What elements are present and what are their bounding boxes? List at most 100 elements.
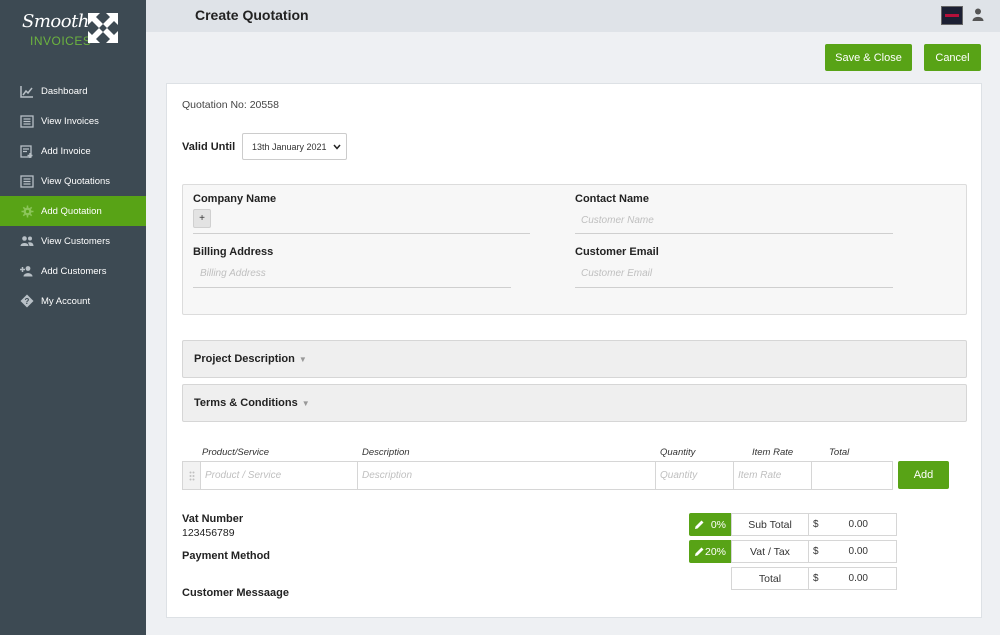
sidebar-item-label: My Account [41, 295, 91, 307]
customer-email-label: Customer Email [575, 246, 659, 258]
customer-message-label: Customer Messaage [182, 587, 289, 599]
sidebar-nav: Dashboard View Invoices Add Invoice View… [0, 76, 146, 316]
pencil-icon [695, 547, 704, 556]
sidebar-item-my-account[interactable]: ? My Account [0, 286, 146, 316]
sidebar-item-add-quotation[interactable]: Add Quotation [0, 196, 146, 226]
logo-arrows-icon [88, 13, 118, 43]
company-name-field[interactable] [193, 233, 530, 234]
valid-until-value: 13th January 2021 [252, 141, 327, 152]
total-value: 0.00 [848, 573, 868, 584]
customer-email-underline [575, 287, 893, 288]
total-label: Total [732, 568, 809, 589]
product-placeholder: Product / Service [205, 470, 282, 481]
drag-handle-icon[interactable] [183, 462, 201, 489]
contact-name-input[interactable]: Customer Name [581, 215, 654, 226]
gear-icon [20, 204, 34, 218]
total-row: Total $ 0.00 [731, 567, 897, 590]
description-input[interactable]: Description [358, 462, 656, 489]
valid-until-label: Valid Until [182, 141, 236, 153]
sidebar-item-label: Add Customers [41, 265, 107, 277]
quantity-placeholder: Quantity [660, 470, 698, 481]
item-rate-placeholder: Item Rate [738, 470, 782, 481]
sidebar-item-label: View Invoices [41, 115, 99, 127]
billing-address-input[interactable]: Billing Address [200, 268, 266, 279]
subtotal-row: Sub Total $ 0.00 [731, 513, 897, 536]
description-placeholder: Description [362, 470, 413, 481]
sidebar-item-dashboard[interactable]: Dashboard [0, 76, 146, 106]
customer-email-input[interactable]: Customer Email [581, 268, 652, 279]
col-header-total: Total [829, 447, 850, 458]
tax-label: Vat / Tax [732, 541, 809, 562]
sidebar: Smooth INVOICES Dashboard View Invoices [0, 0, 146, 635]
sidebar-item-label: View Quotations [41, 175, 111, 187]
company-logo-thumbnail[interactable] [941, 6, 963, 25]
project-description-section[interactable]: Project Description ▼ [182, 340, 967, 378]
list-icon [20, 174, 34, 188]
terms-conditions-section[interactable]: Terms & Conditions ▼ [182, 384, 967, 422]
sidebar-item-view-quotations[interactable]: View Quotations [0, 166, 146, 196]
project-description-label: Project Description [194, 353, 295, 365]
line-total-cell [812, 462, 892, 489]
users-icon [20, 234, 34, 248]
svg-text:?: ? [25, 297, 30, 306]
billing-address-underline [193, 287, 511, 288]
billing-address-label: Billing Address [193, 246, 274, 258]
sidebar-item-label: Dashboard [41, 85, 88, 97]
tax-rate-button[interactable]: 20% [689, 540, 732, 563]
caret-down-icon: ▼ [301, 398, 310, 408]
quotation-number: Quotation No: 20558 [182, 99, 279, 111]
tax-rate-value: 20% [704, 545, 726, 558]
vat-number-label: Vat Number [182, 513, 244, 525]
sidebar-item-label: View Customers [41, 235, 110, 247]
sidebar-item-add-invoice[interactable]: Add Invoice [0, 136, 146, 166]
caret-down-icon: ▼ [298, 354, 307, 364]
sidebar-item-view-customers[interactable]: View Customers [0, 226, 146, 256]
logo-text-top: Smooth [22, 11, 89, 32]
col-header-item-rate: Item Rate [752, 447, 794, 458]
subtotal-value: 0.00 [848, 519, 868, 530]
currency-symbol: $ [813, 573, 819, 584]
customer-details-panel: Company Name + Contact Name Customer Nam… [182, 184, 967, 315]
chevron-down-icon [333, 142, 341, 152]
currency-symbol: $ [813, 519, 819, 530]
sidebar-item-view-invoices[interactable]: View Invoices [0, 106, 146, 136]
quantity-input[interactable]: Quantity [656, 462, 734, 489]
save-close-button[interactable]: Save & Close [825, 44, 912, 71]
discount-rate-button[interactable]: 0% [689, 513, 732, 536]
col-header-quantity: Quantity [660, 447, 696, 458]
sidebar-item-label: Add Invoice [41, 145, 91, 157]
question-diamond-icon: ? [20, 294, 34, 308]
user-icon[interactable] [972, 8, 984, 24]
tax-value: 0.00 [848, 546, 868, 557]
cancel-button[interactable]: Cancel [924, 44, 981, 71]
tax-row: Vat / Tax $ 0.00 [731, 540, 897, 563]
logo-text-bottom: INVOICES [30, 34, 92, 48]
currency-symbol: $ [813, 546, 819, 557]
payment-method-label: Payment Method [182, 550, 271, 562]
add-line-button[interactable]: Add [898, 461, 949, 489]
list-icon [20, 114, 34, 128]
terms-conditions-label: Terms & Conditions [194, 397, 298, 409]
pencil-icon [695, 520, 704, 529]
product-service-input[interactable]: Product / Service [201, 462, 358, 489]
add-document-icon [20, 144, 34, 158]
add-company-button[interactable]: + [193, 209, 211, 228]
quotation-form: Quotation No: 20558 Valid Until 13th Jan… [166, 83, 982, 618]
top-bar: Create Quotation [146, 0, 1000, 32]
discount-rate-value: 0% [710, 518, 726, 531]
contact-name-underline [575, 233, 893, 234]
contact-name-label: Contact Name [575, 193, 649, 205]
page-title: Create Quotation [195, 7, 309, 23]
line-item-row: Product / Service Description Quantity I… [182, 461, 893, 490]
item-rate-input[interactable]: Item Rate [734, 462, 812, 489]
valid-until-select[interactable]: 13th January 2021 [242, 133, 347, 160]
col-header-description: Description [362, 447, 410, 458]
vat-number-value: 123456789 [182, 527, 235, 539]
sidebar-item-label: Add Quotation [41, 205, 102, 217]
company-name-label: Company Name [193, 193, 277, 205]
sidebar-item-add-customers[interactable]: Add Customers [0, 256, 146, 286]
add-user-icon [20, 264, 34, 278]
chart-icon [20, 84, 34, 98]
subtotal-label: Sub Total [732, 514, 809, 535]
app-logo[interactable]: Smooth INVOICES [20, 10, 130, 50]
